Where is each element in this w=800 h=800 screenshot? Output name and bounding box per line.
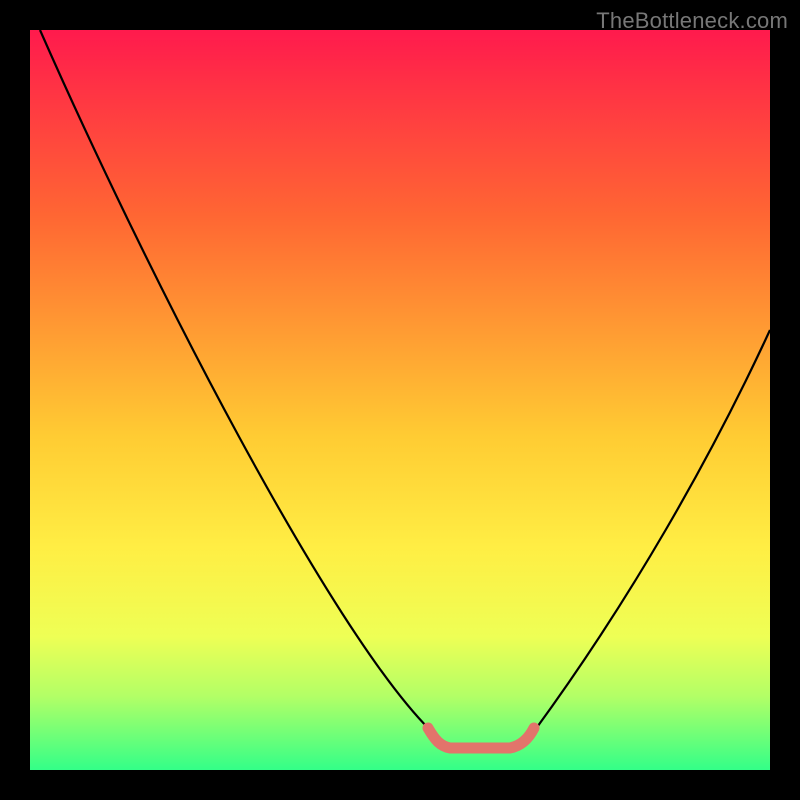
valley-highlight	[428, 728, 534, 748]
main-curve	[40, 30, 770, 745]
chart-container: TheBottleneck.com	[0, 0, 800, 800]
watermark-text: TheBottleneck.com	[596, 8, 788, 34]
plot-area	[30, 30, 770, 770]
curve-layer	[30, 30, 770, 770]
